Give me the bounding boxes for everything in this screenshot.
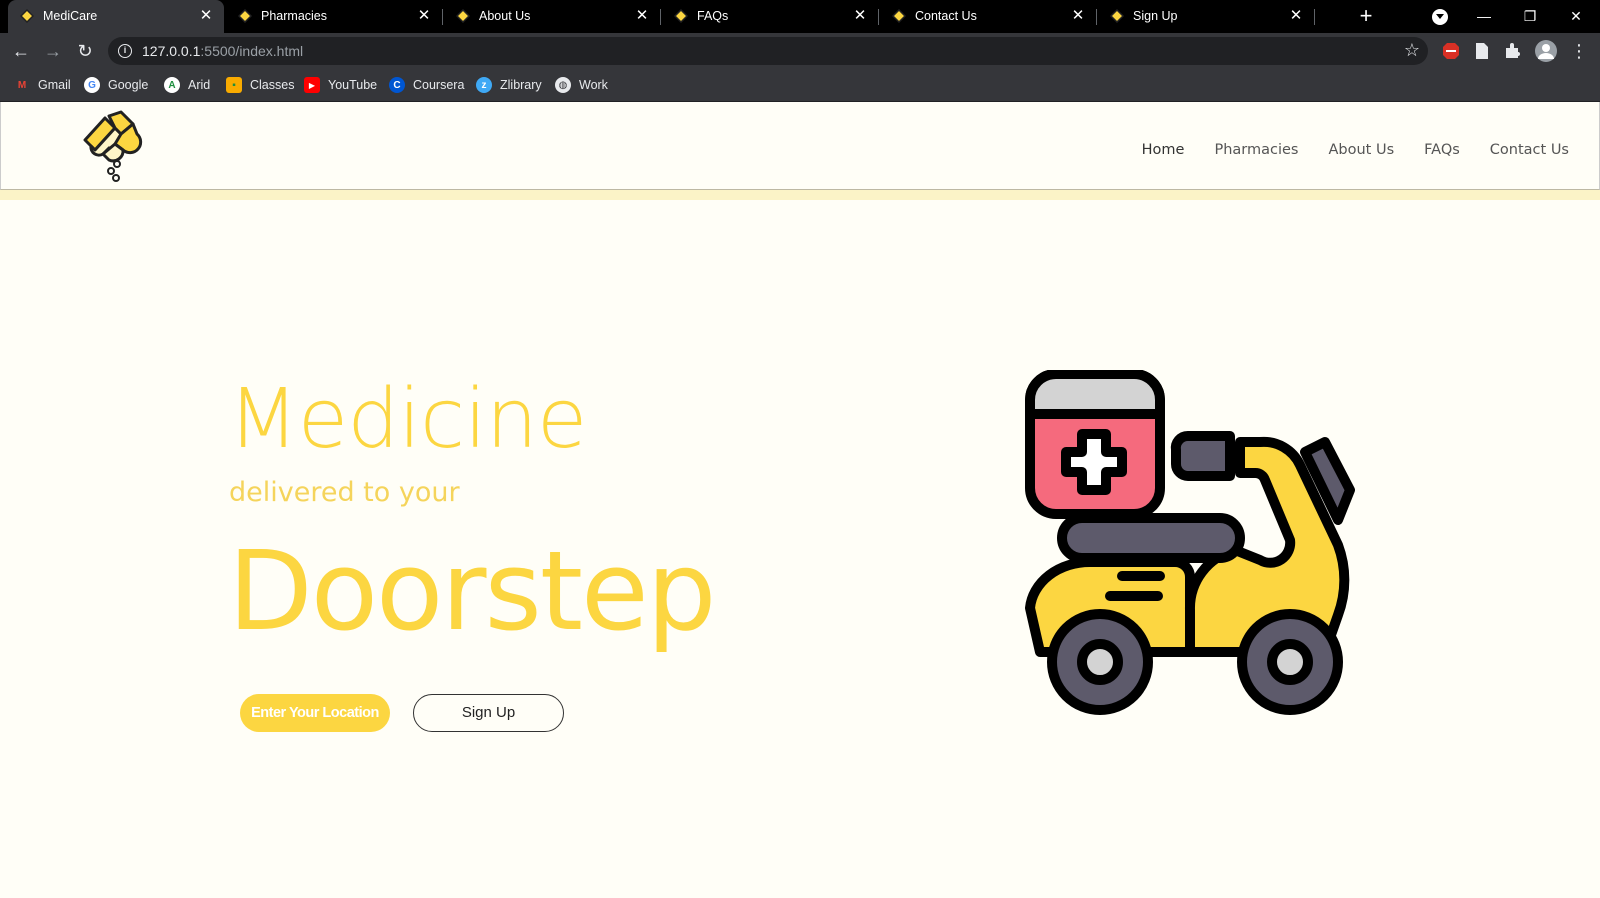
bookmark-gmail[interactable]: M Gmail (14, 76, 71, 94)
close-tab-icon[interactable]: ✕ (852, 8, 868, 24)
bookmark-classes[interactable]: ▪ Classes (226, 76, 294, 94)
medicare-favicon-icon (238, 9, 252, 23)
restore-icon[interactable]: ❐ (1518, 4, 1542, 28)
sign-up-button[interactable]: Sign Up (413, 694, 564, 732)
hero-subline: delivered to your (229, 477, 460, 508)
page-content: Home Pharmacies About Us FAQs Contact Us… (0, 102, 1600, 898)
nav-faqs[interactable]: FAQs (1424, 142, 1460, 158)
forward-icon[interactable]: → (42, 40, 64, 62)
profile-avatar-icon[interactable] (1535, 40, 1557, 62)
tab-title: MediCare (43, 9, 98, 23)
bookmark-arid[interactable]: A Arid (164, 76, 210, 94)
bookmark-label: Classes (250, 78, 295, 92)
tab-title: Pharmacies (261, 9, 327, 23)
site-header: Home Pharmacies About Us FAQs Contact Us (0, 102, 1600, 190)
reload-icon[interactable]: ↻ (74, 40, 96, 62)
tab-faqs[interactable]: FAQs ✕ (662, 0, 879, 33)
google-icon: G (84, 77, 100, 93)
tab-medicare[interactable]: MediCare ✕ (8, 0, 224, 33)
classroom-icon: ▪ (226, 77, 242, 93)
delivery-scooter-icon (1025, 370, 1355, 715)
nav-contact-us[interactable]: Contact Us (1490, 142, 1569, 158)
address-path: :5500/index.html (200, 43, 304, 59)
extensions-puzzle-icon[interactable] (1504, 42, 1522, 60)
bookmark-youtube[interactable]: ▶ YouTube (304, 76, 377, 94)
bookmark-label: Gmail (38, 78, 71, 92)
close-tab-icon[interactable]: ✕ (198, 8, 214, 24)
close-tab-icon[interactable]: ✕ (416, 8, 432, 24)
enter-location-button[interactable]: Enter Your Location (240, 694, 390, 732)
bookmark-google[interactable]: G Google (84, 76, 148, 94)
tab-separator (442, 9, 443, 25)
hero-tagline: Doorstep (228, 527, 716, 655)
document-extension-icon[interactable] (1473, 42, 1491, 60)
tab-about-us[interactable]: About Us ✕ (444, 0, 661, 33)
close-tab-icon[interactable]: ✕ (1288, 8, 1304, 24)
nav-pharmacies[interactable]: Pharmacies (1214, 142, 1298, 158)
hero-headline: Medicine (228, 372, 587, 467)
tab-separator (660, 9, 661, 25)
browser-menu-icon[interactable]: ⋮ (1568, 40, 1590, 62)
tab-title: FAQs (697, 9, 729, 23)
tab-title: About Us (479, 9, 531, 23)
minimize-icon[interactable]: — (1472, 4, 1496, 28)
medicare-logo-icon[interactable] (79, 110, 147, 182)
tab-pharmacies[interactable]: Pharmacies ✕ (226, 0, 443, 33)
site-nav: Home Pharmacies About Us FAQs Contact Us (1112, 142, 1569, 158)
close-tab-icon[interactable]: ✕ (634, 8, 650, 24)
tab-contact-us[interactable]: Contact Us ✕ (880, 0, 1097, 33)
bookmarks-bar: M Gmail G Google A Arid ▪ Classes ▶ YouTube C… (0, 69, 1600, 102)
tab-separator (1096, 9, 1097, 25)
nav-home[interactable]: Home (1142, 142, 1185, 158)
bookmark-label: Coursera (413, 78, 465, 92)
adblock-extension-icon[interactable] (1442, 42, 1460, 60)
tab-separator (878, 9, 879, 25)
new-tab-button[interactable]: + (1354, 5, 1378, 29)
bookmark-label: Work (579, 78, 608, 92)
medicare-favicon-icon (456, 9, 470, 23)
browser-tab-strip: MediCare ✕ Pharmacies ✕ About Us ✕ FAQs … (0, 0, 1600, 33)
bookmark-label: Arid (188, 78, 211, 92)
address-host: 127.0.0.1 (142, 43, 201, 59)
tab-sign-up[interactable]: Sign Up ✕ (1098, 0, 1315, 33)
medicare-favicon-icon (674, 9, 688, 23)
bookmark-star-icon[interactable]: ☆ (1404, 40, 1420, 61)
bookmark-label: YouTube (328, 78, 378, 92)
tab-separator (1314, 9, 1315, 25)
tab-title: Contact Us (915, 9, 977, 23)
bookmark-zlibrary[interactable]: z Zlibrary (476, 76, 542, 94)
site-info-icon[interactable]: i (118, 44, 132, 58)
medicare-favicon-icon (20, 9, 34, 23)
address-bar[interactable]: i 127.0.0.1:5500/index.html ☆ (108, 37, 1428, 65)
bookmark-work[interactable]: ◍ Work (555, 76, 608, 94)
close-tab-icon[interactable]: ✕ (1070, 8, 1086, 24)
back-icon[interactable]: ← (10, 40, 32, 62)
tab-search-icon[interactable] (1432, 9, 1448, 25)
bookmark-label: Zlibrary (500, 78, 542, 92)
header-accent-strip (0, 190, 1600, 200)
close-window-icon[interactable]: ✕ (1564, 4, 1588, 28)
nav-about-us[interactable]: About Us (1328, 142, 1394, 158)
address-url: 127.0.0.1:5500/index.html (142, 43, 303, 59)
youtube-icon: ▶ (304, 77, 320, 93)
coursera-icon: C (389, 77, 405, 93)
gmail-icon: M (17, 79, 27, 91)
arid-icon: A (164, 77, 180, 93)
browser-toolbar: ← → ↻ i 127.0.0.1:5500/index.html ☆ ⋮ (0, 33, 1600, 69)
bookmark-coursera[interactable]: C Coursera (389, 76, 464, 94)
tab-title: Sign Up (1133, 9, 1178, 23)
medicare-favicon-icon (892, 9, 906, 23)
zlibrary-icon: z (476, 77, 492, 93)
globe-icon: ◍ (555, 77, 571, 93)
medicare-favicon-icon (1110, 9, 1124, 23)
bookmark-label: Google (108, 78, 149, 92)
